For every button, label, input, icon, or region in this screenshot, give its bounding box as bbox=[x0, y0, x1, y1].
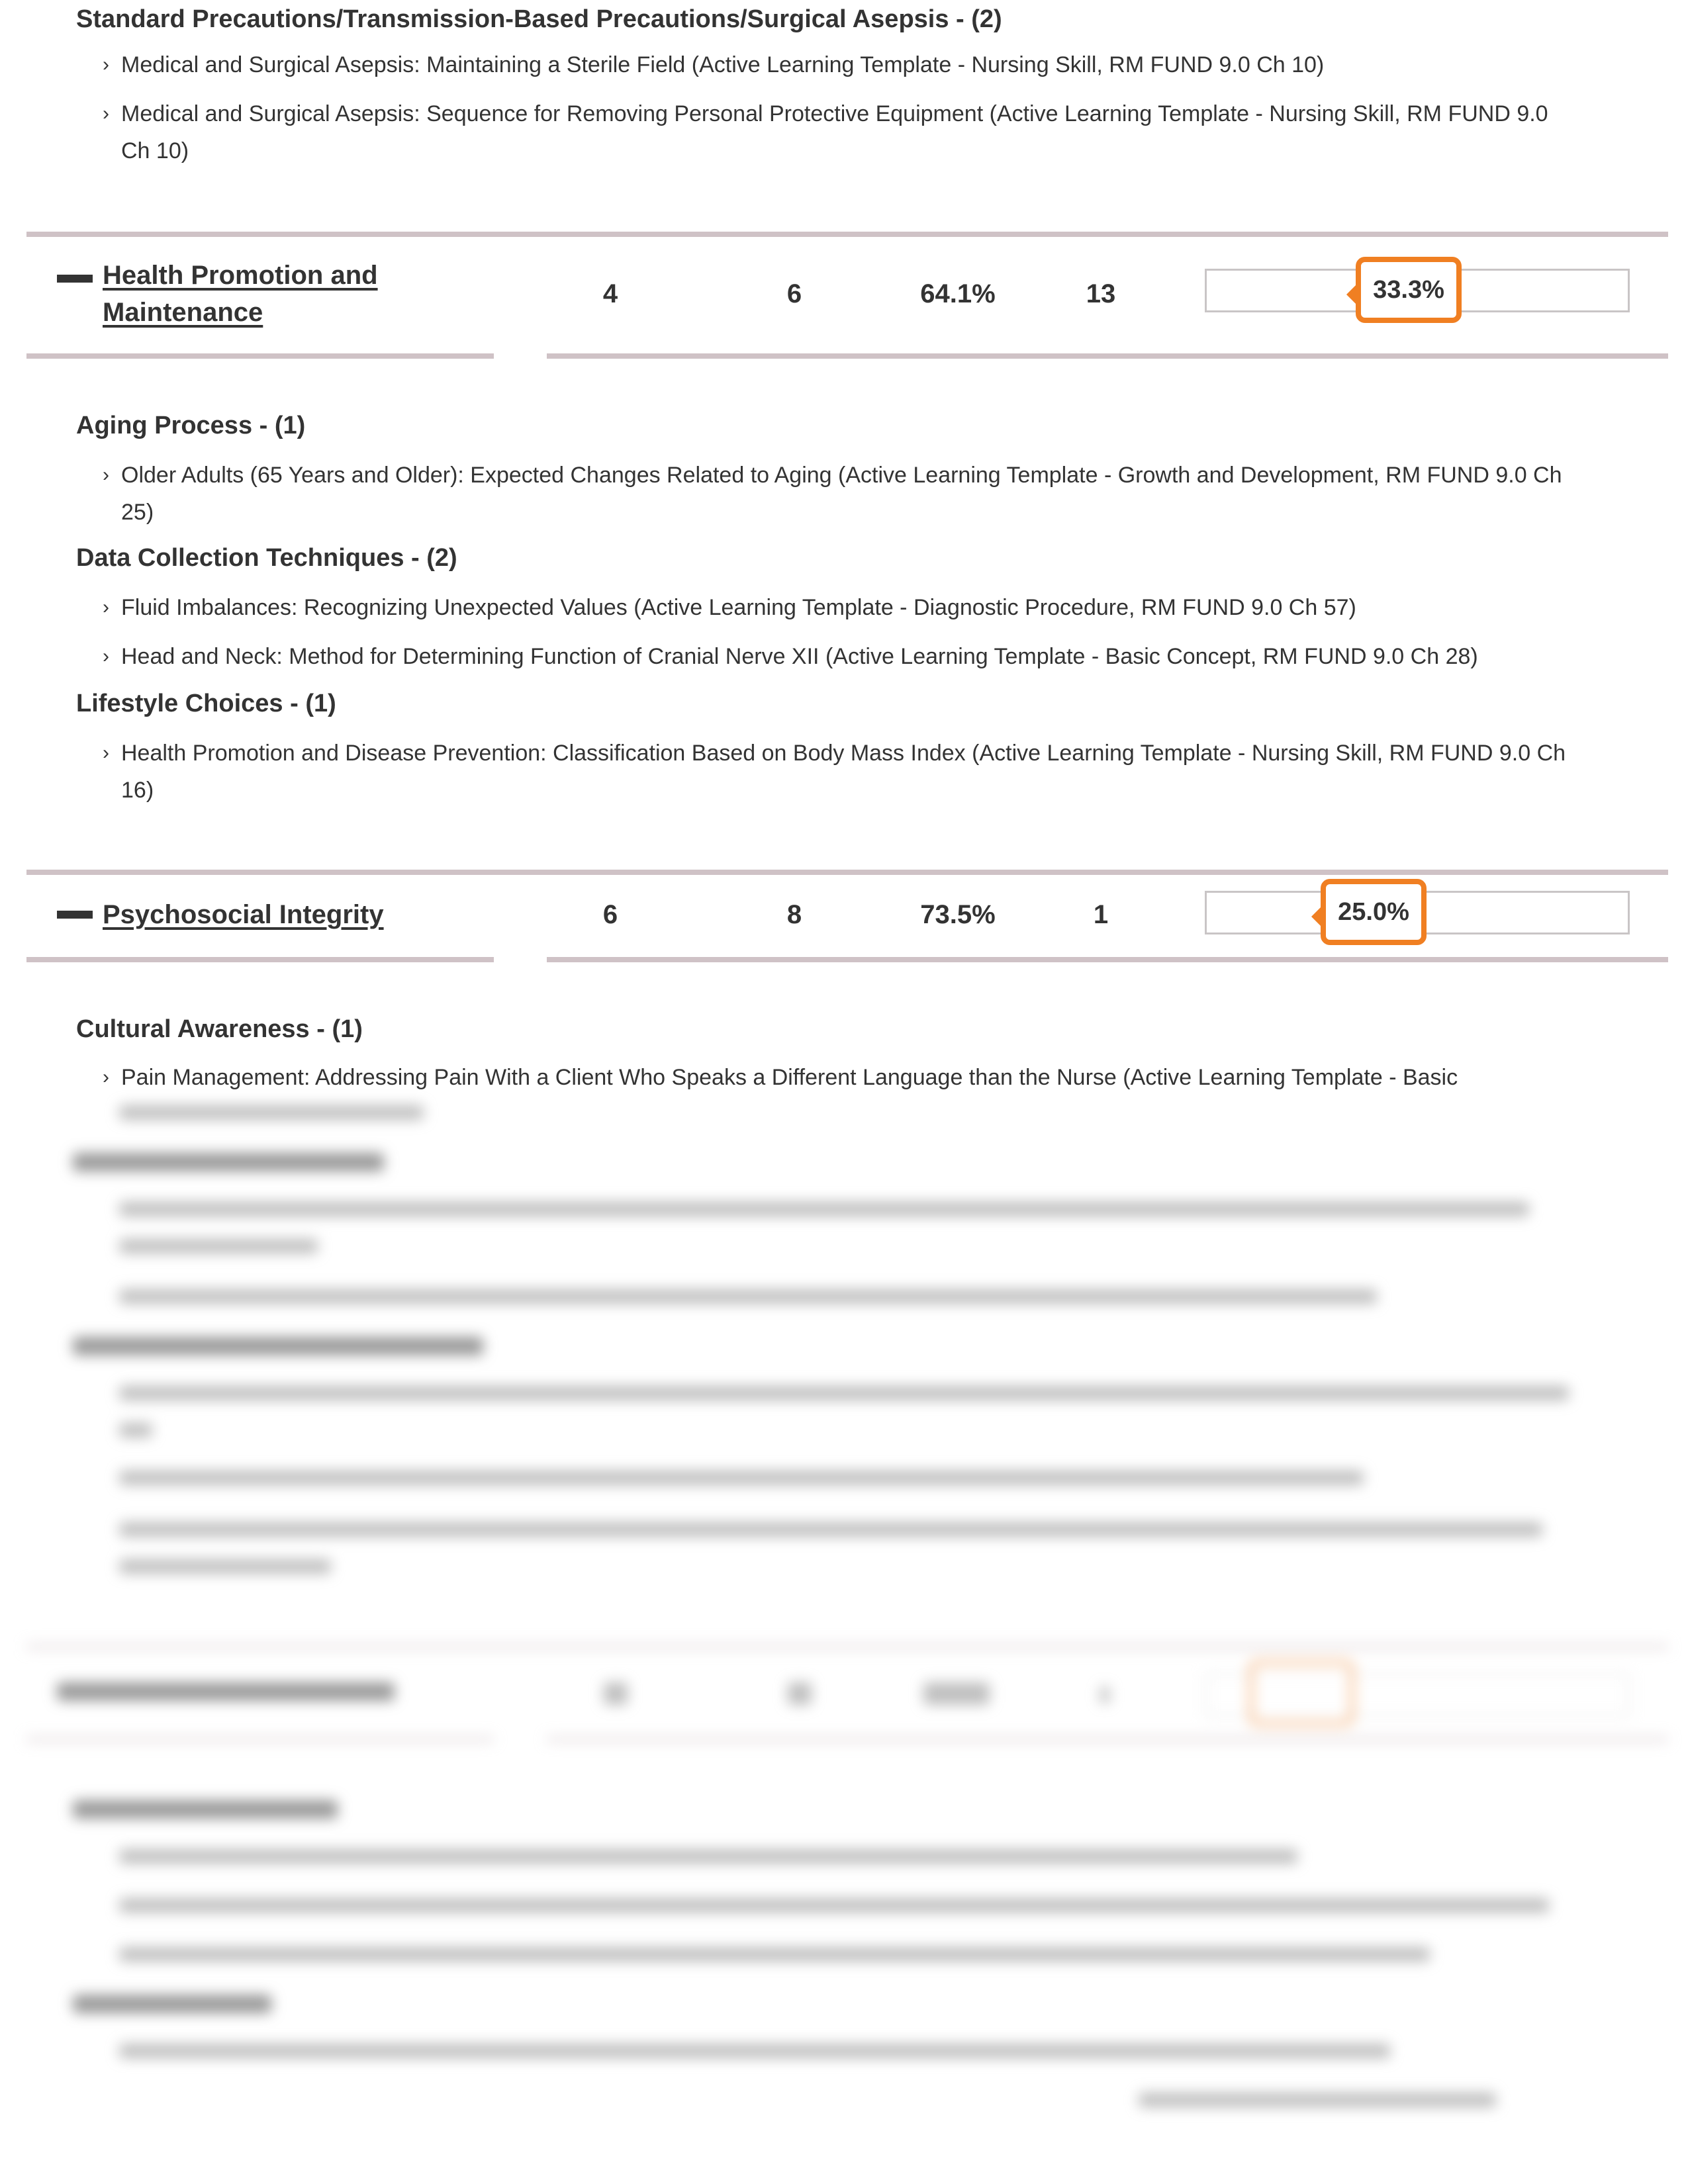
obscured-line bbox=[119, 1898, 1549, 1913]
obscured-line bbox=[119, 1105, 424, 1120]
stat-col2: 8 bbox=[786, 900, 802, 929]
row-divider-bottom bbox=[26, 1737, 494, 1742]
chevron-right-icon: › bbox=[103, 103, 109, 124]
row-divider-top bbox=[26, 1644, 1668, 1649]
obscured-heading bbox=[73, 1995, 271, 2013]
topic-item-text[interactable]: Medical and Surgical Asepsis: Maintainin… bbox=[103, 46, 1572, 83]
stat-col3: 64.1% bbox=[920, 279, 996, 308]
topic-item[interactable]: › Health Promotion and Disease Preventio… bbox=[103, 735, 1572, 809]
stat-col3: 73.5% bbox=[920, 900, 996, 929]
obscured-line bbox=[119, 1522, 1542, 1537]
category-name-line: Health Promotion and bbox=[103, 261, 378, 290]
row-divider-bottom bbox=[26, 353, 494, 359]
topic-heading: Cultural Awareness - (1) bbox=[76, 1015, 363, 1043]
stat-col1: 4 bbox=[602, 279, 618, 308]
category-link-health-promotion[interactable]: Health Promotion and Maintenance bbox=[103, 257, 378, 331]
chevron-right-icon: › bbox=[103, 54, 109, 75]
stat-col4: 1 bbox=[1093, 900, 1109, 929]
topic-item-text[interactable]: Medical and Surgical Asepsis: Sequence f… bbox=[103, 95, 1559, 169]
obscured-line bbox=[119, 1239, 318, 1253]
topic-item[interactable]: › Older Adults (65 Years and Older): Exp… bbox=[103, 457, 1572, 531]
row-divider-bottom bbox=[547, 957, 1668, 962]
bubble-pointer-icon bbox=[1346, 284, 1357, 305]
obscured-heading bbox=[73, 1337, 483, 1355]
score-bubble: 25.0% bbox=[1311, 879, 1427, 945]
topic-item-text[interactable]: Fluid Imbalances: Recognizing Unexpected… bbox=[103, 589, 1572, 626]
chevron-right-icon: › bbox=[103, 596, 109, 618]
obscured-stat bbox=[604, 1682, 628, 1705]
topic-heading: Standard Precautions/Transmission-Based … bbox=[76, 5, 1002, 33]
obscured-heading bbox=[73, 1800, 338, 1819]
topic-heading: Data Collection Techniques - (2) bbox=[76, 544, 457, 572]
chevron-right-icon: › bbox=[103, 464, 109, 486]
obscured-line bbox=[119, 1947, 1430, 1962]
obscured-line bbox=[119, 1471, 1364, 1485]
topic-heading: Aging Process - (1) bbox=[76, 412, 306, 439]
obscured-stat bbox=[923, 1682, 990, 1705]
score-bubble bbox=[1248, 1660, 1354, 1726]
obscured-line bbox=[119, 1849, 1297, 1864]
obscured-line bbox=[119, 1559, 331, 1574]
topic-item[interactable]: › Pain Management: Addressing Pain With … bbox=[103, 1059, 1572, 1096]
obscured-category-name bbox=[57, 1682, 395, 1701]
topic-item[interactable]: › Medical and Surgical Asepsis: Sequence… bbox=[103, 95, 1559, 169]
score-value: 33.3% bbox=[1373, 275, 1444, 304]
stat-col4: 13 bbox=[1086, 279, 1116, 308]
obscured-line bbox=[119, 1386, 1569, 1400]
stat-col2: 6 bbox=[786, 279, 802, 308]
row-divider-bottom bbox=[547, 1737, 1668, 1742]
score-bubble: 33.3% bbox=[1346, 257, 1462, 323]
collapse-icon[interactable] bbox=[57, 911, 93, 919]
topic-item[interactable]: › Fluid Imbalances: Recognizing Unexpect… bbox=[103, 589, 1572, 626]
obscured-stat bbox=[1100, 1686, 1109, 1704]
row-divider-top bbox=[26, 870, 1668, 875]
topic-item-text[interactable]: Pain Management: Addressing Pain With a … bbox=[103, 1059, 1572, 1096]
category-link-psychosocial[interactable]: Psychosocial Integrity bbox=[103, 896, 384, 933]
obscured-line bbox=[119, 1423, 152, 1437]
obscured-heading bbox=[73, 1153, 384, 1171]
category-name-line: Maintenance bbox=[103, 298, 263, 327]
score-value: 25.0% bbox=[1338, 897, 1409, 926]
obscured-stat bbox=[788, 1682, 812, 1705]
collapse-icon[interactable] bbox=[57, 275, 93, 283]
bubble-pointer-icon bbox=[1311, 906, 1322, 927]
chevron-right-icon: › bbox=[103, 645, 109, 667]
topic-heading: Lifestyle Choices - (1) bbox=[76, 690, 336, 717]
stat-col1: 6 bbox=[602, 900, 618, 929]
obscured-line bbox=[119, 2044, 1390, 2058]
obscured-line bbox=[1139, 2093, 1496, 2107]
chevron-right-icon: › bbox=[103, 742, 109, 764]
topic-item-text[interactable]: Older Adults (65 Years and Older): Expec… bbox=[103, 457, 1572, 531]
topic-item[interactable]: › Head and Neck: Method for Determining … bbox=[103, 638, 1572, 675]
chevron-right-icon: › bbox=[103, 1066, 109, 1088]
topic-item[interactable]: › Medical and Surgical Asepsis: Maintain… bbox=[103, 46, 1572, 83]
row-divider-bottom bbox=[547, 353, 1668, 359]
row-divider-bottom bbox=[26, 957, 494, 962]
row-divider-top bbox=[26, 232, 1668, 237]
obscured-line bbox=[119, 1289, 1377, 1304]
obscured-line bbox=[119, 1202, 1529, 1216]
topic-item-text[interactable]: Head and Neck: Method for Determining Fu… bbox=[103, 638, 1572, 675]
topic-item-text[interactable]: Health Promotion and Disease Prevention:… bbox=[103, 735, 1572, 809]
